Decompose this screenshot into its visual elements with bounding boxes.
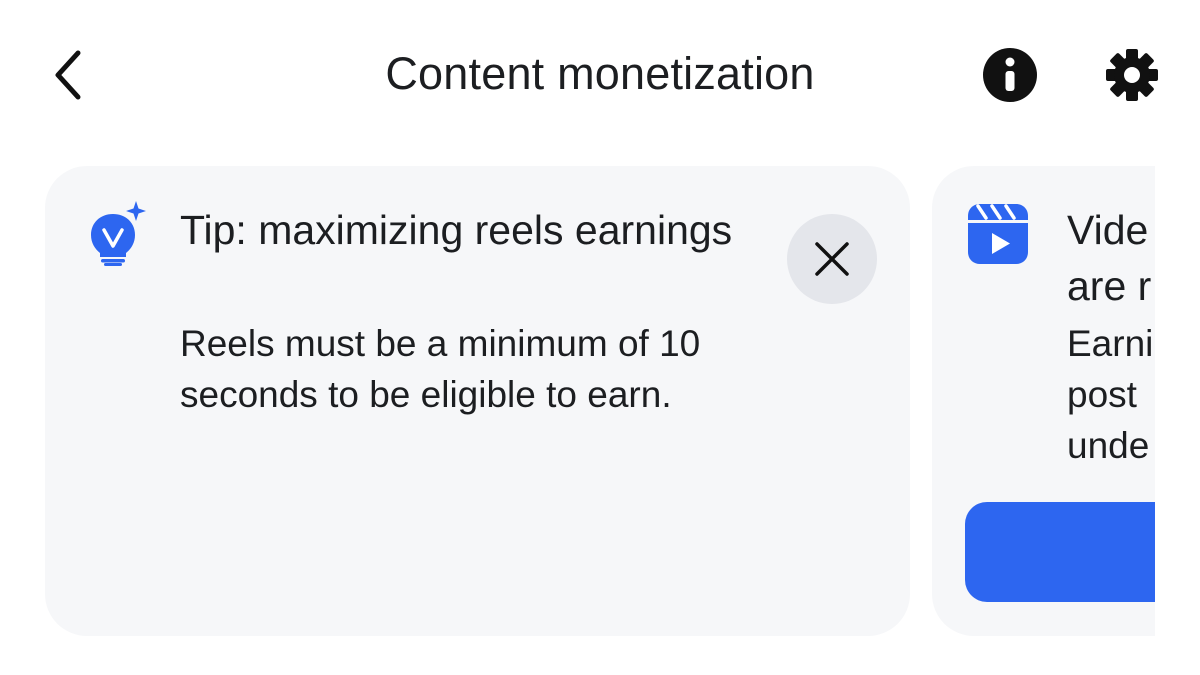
lightbulb-sparkle-icon [91, 201, 146, 266]
page-title: Content monetization [385, 48, 815, 99]
close-icon [815, 242, 849, 276]
header-bar: Content monetization [0, 0, 1200, 150]
tip-card: Tip: maximizing reels earnings Reels mus… [45, 166, 910, 636]
video-card-action-button[interactable] [965, 502, 1155, 602]
reels-icon [968, 204, 1028, 264]
gear-icon [1106, 49, 1158, 101]
cards-carousel[interactable]: Tip: maximizing reels earnings Reels mus… [0, 166, 1155, 638]
tip-card-body: Reels must be a minimum of 10 seconds to… [180, 323, 701, 415]
video-card: Vide are r Earni post unde [932, 166, 1155, 636]
info-button[interactable] [980, 47, 1040, 103]
back-button[interactable] [40, 45, 96, 105]
video-card-title: Vide are r [1067, 207, 1152, 309]
video-card-body: Earni post unde [1067, 323, 1154, 466]
dismiss-tip-button[interactable] [787, 214, 877, 304]
chevron-left-icon [55, 50, 81, 100]
info-icon [983, 48, 1037, 102]
settings-button[interactable] [1102, 45, 1162, 105]
tip-card-title: Tip: maximizing reels earnings [180, 207, 733, 253]
